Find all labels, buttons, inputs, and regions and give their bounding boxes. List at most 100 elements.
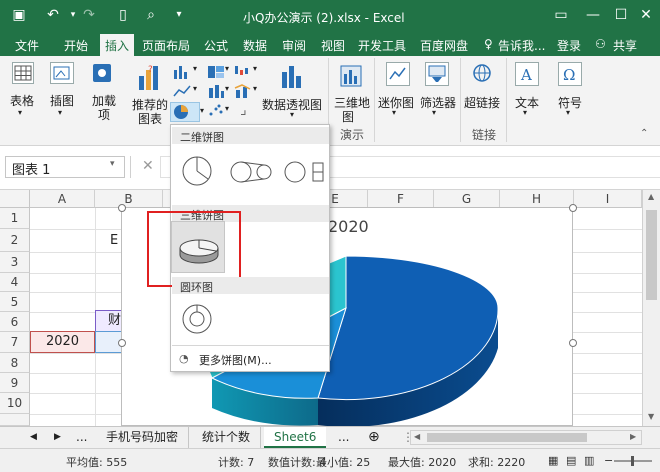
row-header-9[interactable]: 9 [0, 373, 30, 393]
scroll-right-icon[interactable]: ▶ [630, 432, 636, 441]
column-header-b[interactable]: B [95, 190, 163, 208]
row-header-11[interactable] [0, 414, 30, 426]
scroll-left-icon[interactable]: ◀ [414, 432, 420, 441]
statistic-chart-icon[interactable] [206, 82, 226, 100]
row-header-2[interactable]: 2 [0, 229, 30, 252]
maximize-icon[interactable]: ☐ [612, 6, 630, 24]
addins-label-2[interactable]: 项 [98, 106, 110, 123]
add-sheet-icon[interactable]: ⊕ [358, 427, 390, 448]
hyperlink-button[interactable]: 超链接 [464, 94, 500, 111]
scroll-up-icon[interactable]: ▲ [648, 192, 654, 201]
page-break-view-icon[interactable]: ▥ [584, 454, 594, 467]
tab-formulas[interactable]: 公式 [204, 37, 228, 54]
page-layout-view-icon[interactable]: ▤ [566, 454, 576, 467]
sheet-tab-sheet6[interactable]: Sheet6 [264, 427, 327, 448]
tab-view[interactable]: 视图 [321, 37, 345, 54]
table-button[interactable]: 表格 [10, 92, 34, 109]
tell-me-search[interactable]: 告诉我... [498, 37, 545, 54]
row-header-8[interactable]: 8 [0, 353, 30, 373]
minimize-icon[interactable]: — [584, 6, 602, 24]
vertical-scrollbar[interactable]: ▲ ▼ [642, 190, 660, 426]
hscrollbar-thumb[interactable] [427, 433, 587, 442]
cell-a7[interactable]: 2020 [30, 331, 95, 353]
ribbon-display-icon[interactable]: ▭ [552, 6, 570, 24]
filters-dropdown-icon[interactable]: ▾ [432, 108, 436, 117]
tab-insert[interactable]: 插入 [100, 34, 135, 56]
resize-handle[interactable] [569, 339, 577, 347]
more-pie-charts-link[interactable]: 更多饼图(M)... [199, 352, 272, 368]
tab-review[interactable]: 审阅 [282, 37, 306, 54]
chart-dialog-launcher-icon[interactable]: ⌟ [240, 102, 247, 118]
pivot-chart-dropdown-icon[interactable]: ▾ [290, 110, 294, 119]
customize-qat-icon[interactable]: ▾ [170, 6, 188, 24]
resize-handle[interactable] [569, 204, 577, 212]
recommended-charts-label-2[interactable]: 图表 [138, 110, 162, 127]
sheet-tab-ellipsis-right[interactable]: ... [328, 427, 359, 448]
combo-chart-dropdown-icon[interactable]: ▾ [253, 84, 257, 93]
bar-of-pie-option[interactable] [283, 161, 327, 183]
row-header-6[interactable]: 6 [0, 312, 30, 332]
resize-handle[interactable] [118, 339, 126, 347]
pie-2d-option[interactable] [181, 155, 213, 187]
name-box-dropdown-icon[interactable]: ▾ [110, 159, 115, 169]
zoom-slider-handle[interactable] [631, 456, 634, 466]
redo-icon[interactable]: ↷ [80, 6, 98, 24]
row-header-1[interactable]: 1 [0, 208, 30, 229]
illustrations-dropdown-icon[interactable]: ▾ [58, 108, 62, 117]
hierarchy-chart-dropdown-icon[interactable]: ▾ [225, 64, 229, 73]
tab-file[interactable]: 文件 [15, 37, 39, 54]
filters-button[interactable]: 筛选器 [420, 94, 456, 111]
waterfall-chart-dropdown-icon[interactable]: ▾ [253, 64, 257, 73]
symbols-dropdown-icon[interactable]: ▾ [566, 108, 570, 117]
scatter-chart-icon[interactable] [206, 102, 226, 120]
column-header-g[interactable]: G [434, 190, 500, 208]
row-header-5[interactable]: 5 [0, 292, 30, 312]
donut-option[interactable] [181, 303, 213, 335]
hierarchy-chart-icon[interactable] [206, 62, 226, 80]
sheet-prev-icon[interactable]: ◀ [20, 427, 47, 448]
table-dropdown-icon[interactable]: ▾ [18, 108, 22, 117]
zoom-out-icon[interactable]: − [604, 454, 613, 467]
collapse-ribbon-icon[interactable]: ⌃ [640, 128, 648, 139]
tab-page-layout[interactable]: 页面布局 [142, 37, 190, 54]
select-all-corner[interactable] [0, 190, 30, 208]
line-chart-dropdown-icon[interactable]: ▾ [193, 84, 197, 93]
undo-icon[interactable]: ↶ [44, 6, 62, 24]
waterfall-chart-icon[interactable] [233, 62, 253, 80]
column-header-i[interactable]: I [574, 190, 642, 208]
combo-chart-icon[interactable] [233, 82, 253, 100]
3d-map-label-2[interactable]: 图 [342, 108, 354, 125]
resize-handle[interactable] [118, 204, 126, 212]
new-file-icon[interactable]: ▯ [114, 6, 132, 24]
pie-of-pie-option[interactable] [229, 161, 273, 183]
sparklines-dropdown-icon[interactable]: ▾ [392, 108, 396, 117]
sheet-tab-phone-encrypt[interactable]: 手机号码加密 [96, 427, 190, 448]
close-icon[interactable]: ✕ [637, 6, 655, 24]
scrollbar-thumb[interactable] [646, 210, 657, 300]
scatter-chart-dropdown-icon[interactable]: ▾ [225, 104, 229, 113]
statistic-chart-dropdown-icon[interactable]: ▾ [225, 84, 229, 93]
print-preview-icon[interactable]: ⌕ [142, 6, 160, 24]
row-header-7[interactable]: 7 [0, 332, 30, 353]
tab-data[interactable]: 数据 [243, 37, 267, 54]
column-chart-dropdown-icon[interactable]: ▾ [193, 64, 197, 73]
horizontal-scrollbar[interactable]: ◀ ▶ [410, 430, 642, 445]
column-header-f[interactable]: F [368, 190, 434, 208]
column-header-a[interactable]: A [30, 190, 95, 208]
sheet-tab-ellipsis-left[interactable]: ... [66, 427, 97, 448]
sign-in-link[interactable]: 登录 [557, 37, 581, 54]
column-chart-icon[interactable] [172, 62, 192, 80]
tab-developer[interactable]: 开发工具 [358, 37, 406, 54]
tab-home[interactable]: 开始 [64, 37, 88, 54]
normal-view-icon[interactable]: ▦ [548, 454, 558, 467]
tab-baidu-netdisk[interactable]: 百度网盘 [420, 37, 468, 54]
name-box[interactable]: 图表 1 [5, 156, 125, 178]
sheet-tab-count-stats[interactable]: 统计个数 [192, 427, 262, 448]
row-header-10[interactable]: 10 [0, 393, 30, 414]
column-header-h[interactable]: H [500, 190, 574, 208]
line-chart-icon[interactable] [172, 82, 192, 100]
illustrations-button[interactable]: 插图 [50, 92, 74, 109]
cancel-icon[interactable]: ✕ [142, 158, 154, 174]
text-dropdown-icon[interactable]: ▾ [523, 108, 527, 117]
row-header-4[interactable]: 4 [0, 273, 30, 292]
